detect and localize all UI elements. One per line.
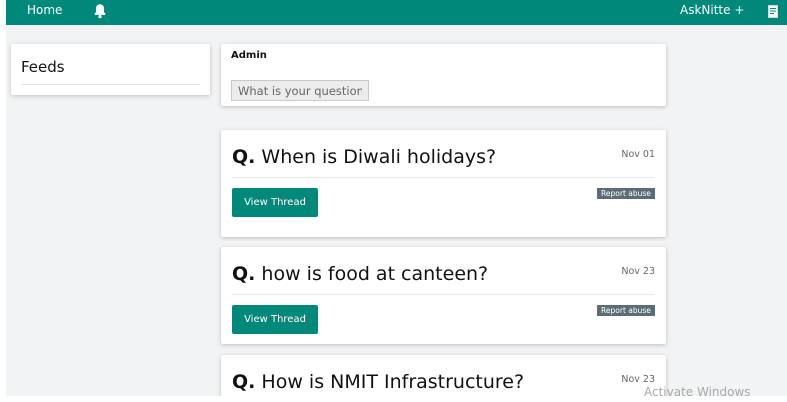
question-date: Nov 23 <box>621 374 655 385</box>
question-input[interactable] <box>231 80 369 101</box>
feeds-panel: Feeds <box>11 44 210 95</box>
question-text: how is food at canteen? <box>261 263 489 285</box>
os-activation-watermark: Activate Windows <box>644 385 751 399</box>
feeds-title: Feeds <box>21 58 65 76</box>
top-navbar: Home AskNitte + <box>6 0 787 25</box>
divider <box>232 177 655 178</box>
view-thread-button[interactable]: View Thread <box>232 188 318 217</box>
question-title: Q. How is NMIT Infrastructure? <box>232 371 524 393</box>
question-prefix: Q. <box>232 263 256 285</box>
question-text: How is NMIT Infrastructure? <box>261 371 525 393</box>
question-date: Nov 01 <box>621 149 655 160</box>
ask-question-panel: Admin <box>221 44 666 106</box>
nav-home-link[interactable]: Home <box>27 3 62 17</box>
view-thread-button[interactable]: View Thread <box>232 305 318 334</box>
report-abuse-button[interactable]: Report abuse <box>597 188 655 199</box>
app-frame: Home AskNitte + Feeds Admin Q. When is <box>6 0 787 396</box>
question-date: Nov 23 <box>621 266 655 277</box>
question-title: Q. When is Diwali holidays? <box>232 146 496 168</box>
question-title: Q. how is food at canteen? <box>232 263 488 285</box>
report-abuse-button[interactable]: Report abuse <box>597 305 655 316</box>
divider <box>21 84 200 85</box>
divider <box>232 294 655 295</box>
question-prefix: Q. <box>232 371 256 393</box>
current-user-name: Admin <box>231 50 267 61</box>
question-card: Q. how is food at canteen? Nov 23 View T… <box>221 247 666 344</box>
question-prefix: Q. <box>232 146 256 168</box>
question-card: Q. How is NMIT Infrastructure? Nov 23 <box>221 355 666 396</box>
bell-icon[interactable] <box>93 3 107 19</box>
document-icon[interactable] <box>768 3 778 18</box>
ask-nitte-link[interactable]: AskNitte + <box>680 3 744 17</box>
question-card: Q. When is Diwali holidays? Nov 01 View … <box>221 130 666 237</box>
question-text: When is Diwali holidays? <box>261 146 497 168</box>
